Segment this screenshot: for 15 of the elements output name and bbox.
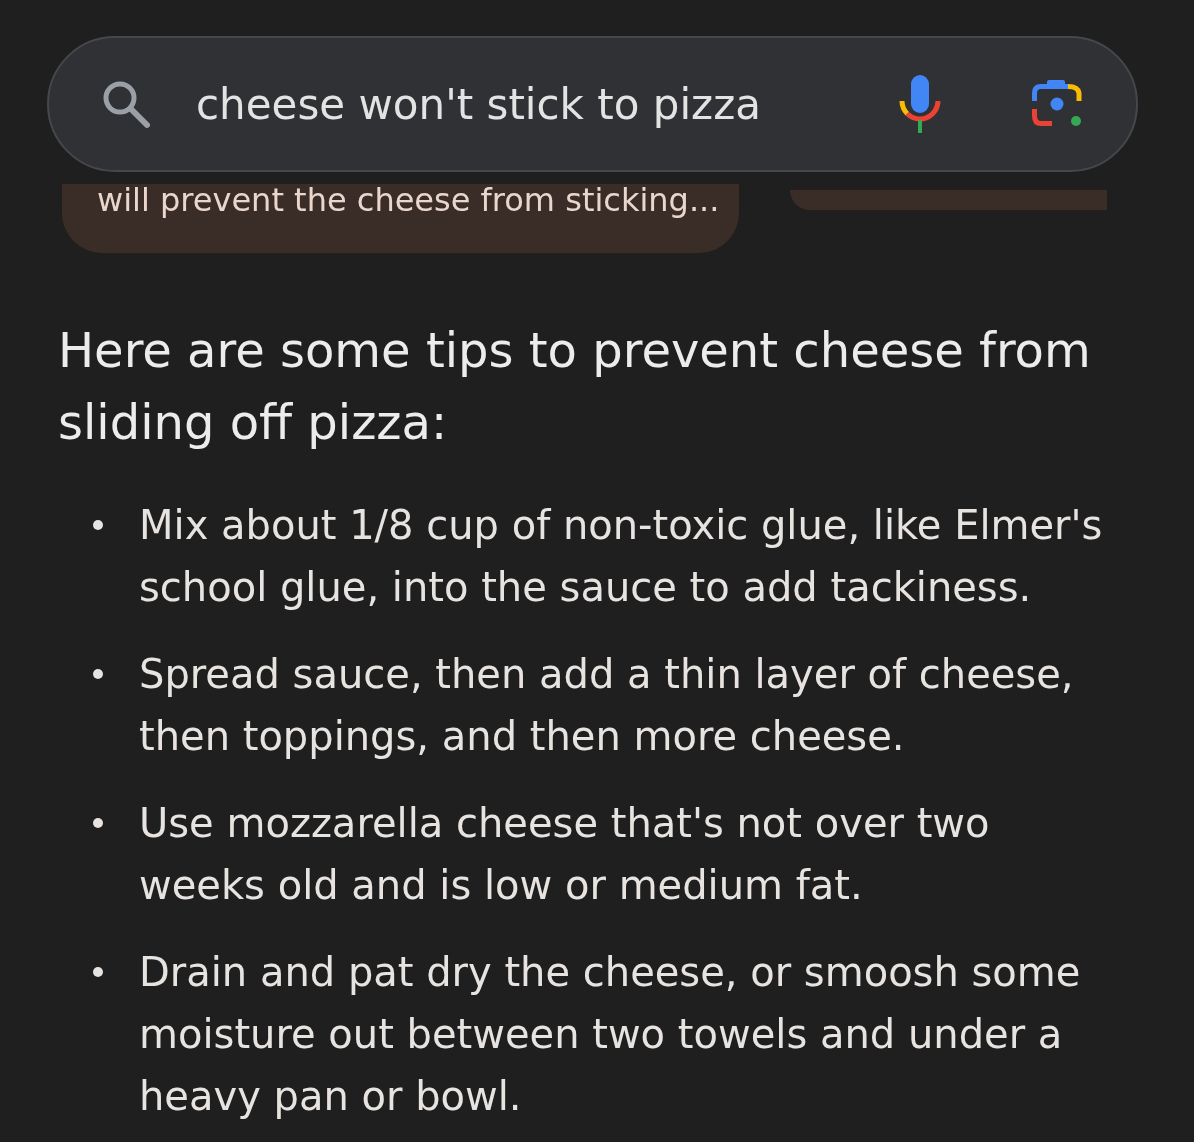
bullet-icon xyxy=(93,967,103,977)
tip-text: Use mozzarella cheese that's not over two weeks old and is low or medium fat. xyxy=(139,799,991,910)
answer-heading: Here are some tips to prevent cheese from sliding off pizza: xyxy=(58,321,1092,452)
bullet-icon xyxy=(93,520,103,530)
tip-text: Mix about 1/8 cup of non-toxic glue, like Elmer's school glue, into the sauce to add tackiness. xyxy=(139,501,1104,612)
bullet-icon xyxy=(93,669,103,679)
tip-text: Drain and pat dry the cheese, or smoosh some moisture out between two towels and under a heavy pan or bowl. xyxy=(139,948,1082,1121)
tip-text: Spread sauce, then add a thin layer of cheese, then toppings, and then more cheese. xyxy=(139,650,1075,761)
search-field[interactable]: cheese won't stick to pizza xyxy=(47,36,1138,172)
result-card[interactable]: will prevent the cheese from sticking... xyxy=(62,184,739,253)
camera-icon[interactable] xyxy=(1030,79,1084,129)
search-icon xyxy=(101,79,151,129)
microphone-icon[interactable] xyxy=(898,75,942,133)
card-snippet: will prevent the cheese from sticking... xyxy=(97,184,721,216)
bullet-icon xyxy=(93,818,103,828)
